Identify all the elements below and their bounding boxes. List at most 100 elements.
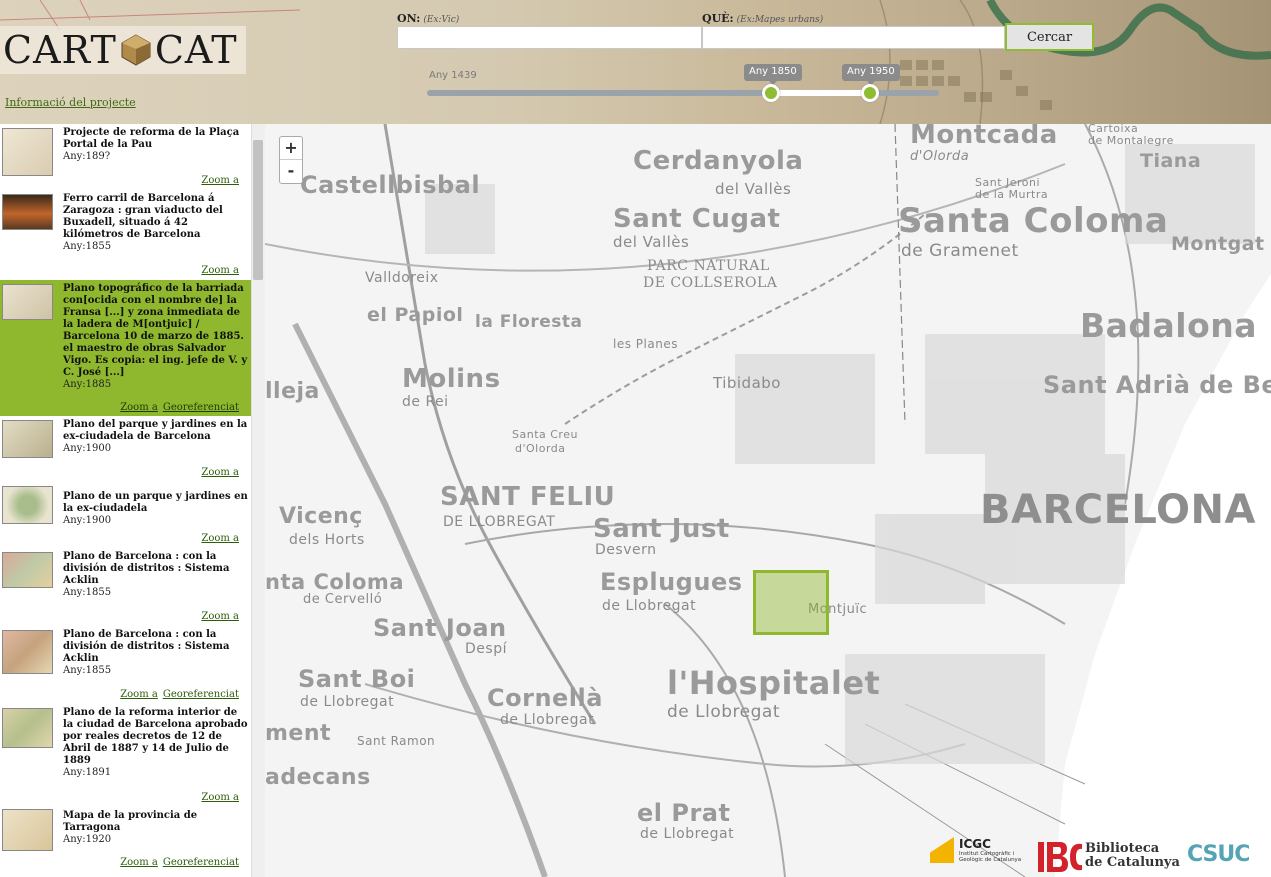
zoom-out-button[interactable]: -: [280, 160, 302, 183]
map-thumbnail[interactable]: [2, 128, 53, 176]
cartocat-logo[interactable]: CART CAT: [0, 26, 246, 74]
result-year: Any:1855: [63, 241, 112, 252]
result-links: Zoom a Georeferenciat: [115, 689, 239, 700]
result-title[interactable]: Plano del parque y jardines en la ex-ciu…: [63, 419, 248, 455]
result-item[interactable]: Mapa de la provincia de Tarragona Any:192…: [0, 804, 251, 877]
result-item[interactable]: Plano de la reforma interior de la ciuda…: [0, 704, 251, 804]
place-label: dels Horts: [289, 532, 365, 548]
zoom-link[interactable]: Zoom a: [120, 857, 158, 868]
polyhedron-icon: [121, 34, 151, 66]
place-label: de Llobregat: [667, 702, 780, 722]
zoom-link[interactable]: Zoom a: [201, 792, 239, 803]
search-button[interactable]: Cercar: [1005, 23, 1094, 51]
place-label: de Llobregat: [500, 712, 595, 728]
result-year: Any:189?: [63, 151, 111, 162]
on-input[interactable]: [397, 26, 702, 49]
selected-map-footprint[interactable]: [753, 570, 829, 635]
result-year: Any:1855: [63, 665, 112, 676]
header: CART CAT Informació del projecte ON: (Ex:…: [0, 0, 1271, 124]
map-thumbnail[interactable]: [2, 630, 53, 674]
map-thumbnail[interactable]: [2, 194, 53, 230]
result-title[interactable]: Ferro carril de Barcelona á Zaragoza : g…: [63, 193, 248, 253]
result-item[interactable]: Plano de Barcelona : con la división de …: [0, 626, 251, 704]
result-item[interactable]: Plano de Barcelona : con la división de …: [0, 548, 251, 626]
zoom-link[interactable]: Zoom a: [201, 265, 239, 276]
result-links: Zoom a: [196, 467, 239, 478]
result-year: Any:1920: [63, 834, 112, 845]
map-thumbnail[interactable]: [2, 284, 53, 320]
place-label: Tiana: [1140, 150, 1202, 172]
place-label: de Llobregat: [300, 694, 395, 710]
place-label: ment: [265, 721, 332, 746]
georeferenced-link[interactable]: Georeferenciat: [163, 402, 239, 413]
result-title[interactable]: Plano topográfico de la barriada con[oci…: [63, 283, 248, 391]
place-label: de Montalegre: [1088, 134, 1174, 147]
map-thumbnail[interactable]: [2, 420, 53, 458]
zoom-link[interactable]: Zoom a: [201, 467, 239, 478]
result-title[interactable]: Plano de un parque y jardines en la ex-c…: [63, 491, 248, 527]
place-label: de Llobregat: [640, 826, 735, 842]
zoom-in-button[interactable]: +: [280, 137, 302, 160]
que-input[interactable]: [702, 26, 1005, 49]
year-to-handle[interactable]: [861, 84, 879, 102]
place-label: de la Murtra: [975, 188, 1049, 201]
place-label: de Gramenet: [901, 241, 1019, 261]
place-label: Valldoreix: [365, 270, 439, 286]
icgc-mark-icon: [930, 837, 954, 863]
csuc-logo[interactable]: CSUC: [1187, 842, 1250, 867]
result-links: Zoom a: [196, 265, 239, 276]
result-item[interactable]: Plano del parque y jardines en la ex-ciu…: [0, 416, 251, 482]
place-label: Cornellà: [487, 684, 603, 712]
place-label: Castellbisbal: [300, 171, 481, 199]
result-links: Zoom a Georeferenciat: [115, 857, 239, 868]
zoom-link[interactable]: Zoom a: [201, 175, 239, 186]
result-title[interactable]: Plano de Barcelona : con la división de …: [63, 551, 248, 599]
place-label: la Floresta: [475, 312, 583, 332]
place-label: adecans: [265, 765, 371, 790]
result-links: Zoom a: [196, 611, 239, 622]
result-item[interactable]: Plano de un parque y jardines en la ex-c…: [0, 482, 251, 548]
place-label: Sant Adrià de Be: [1043, 371, 1271, 399]
year-min-label: Any 1439: [429, 70, 477, 81]
project-info-link[interactable]: Informació del projecte: [5, 96, 136, 109]
place-label: Santa Creu: [512, 428, 578, 441]
results-scrollbar-thumb[interactable]: [253, 140, 263, 280]
partner-logos: ICGC Institut Cartogràfic i Geològic de …: [925, 832, 1271, 877]
result-title[interactable]: Projecte de reforma de la Plaça Portal d…: [63, 127, 248, 163]
zoom-link[interactable]: Zoom a: [201, 611, 239, 622]
results-list: Projecte de reforma de la Plaça Portal d…: [0, 124, 265, 877]
map-thumbnail[interactable]: [2, 552, 53, 588]
place-label: Badalona: [1080, 306, 1258, 345]
map-thumbnail[interactable]: [2, 486, 53, 524]
result-title[interactable]: Mapa de la provincia de Tarragona Any:192…: [63, 810, 248, 846]
result-item[interactable]: Projecte de reforma de la Plaça Portal d…: [0, 124, 251, 190]
bc-logo-icon[interactable]: [1038, 842, 1082, 872]
georeferenced-link[interactable]: Georeferenciat: [163, 857, 239, 868]
zoom-link[interactable]: Zoom a: [120, 402, 158, 413]
place-label: Vicenç: [279, 504, 363, 529]
place-label: de Llobregat: [602, 598, 697, 614]
place-label: Santa Coloma: [898, 201, 1169, 241]
place-label: de Rei: [402, 394, 449, 410]
georeferenced-link[interactable]: Georeferenciat: [163, 689, 239, 700]
zoom-link[interactable]: Zoom a: [201, 533, 239, 544]
result-item-selected[interactable]: Plano topográfico de la barriada con[oci…: [0, 280, 251, 416]
map-thumbnail[interactable]: [2, 708, 53, 748]
logo-text-left: CART: [3, 28, 117, 72]
result-title[interactable]: Plano de la reforma interior de la ciuda…: [63, 707, 248, 779]
map-thumbnail[interactable]: [2, 809, 53, 851]
year-from-handle[interactable]: [762, 84, 780, 102]
map-view[interactable]: Montcada d'Olorda Cerdanyola del Vallès …: [265, 124, 1271, 877]
result-links: Zoom a: [196, 533, 239, 544]
place-label: Sant Ramon: [357, 734, 436, 748]
place-label: DE LLOBREGAT: [443, 514, 556, 530]
zoom-link[interactable]: Zoom a: [120, 689, 158, 700]
place-label: Cerdanyola: [633, 146, 804, 176]
place-label: l'Hospitalet: [667, 664, 881, 702]
place-label: el Prat: [637, 799, 731, 827]
place-label: d'Olorda: [910, 149, 970, 164]
place-label: Sant Cugat: [613, 204, 781, 234]
result-title[interactable]: Plano de Barcelona : con la división de …: [63, 629, 248, 677]
place-label: d'Olorda: [515, 442, 566, 455]
result-item[interactable]: Ferro carril de Barcelona á Zaragoza : g…: [0, 190, 251, 280]
